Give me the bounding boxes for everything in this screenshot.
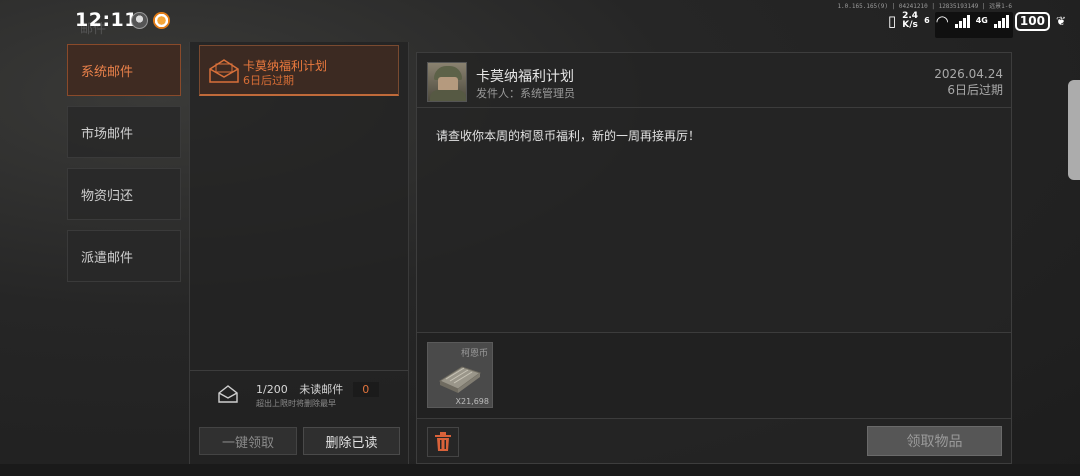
notification-app-icon (153, 12, 170, 29)
mail-body: 请查收你本周的柯恩币福利，新的一周再接再厉！ (436, 129, 701, 143)
sidebar-item-market-mail[interactable]: 市场邮件 (67, 106, 181, 158)
vibrate-icon: ▯ (887, 12, 897, 30)
claim-all-button[interactable]: 一键领取 (199, 427, 297, 455)
sidebar-item-label: 系统邮件 (81, 64, 134, 80)
mail-sender: 发件人：系统管理员 (476, 87, 575, 100)
coin-stack-icon (438, 366, 482, 393)
leaf-icon: ❦ (1055, 14, 1066, 28)
delete-read-button[interactable]: 删除已读 (303, 427, 400, 455)
claim-items-button[interactable]: 领取物品 (867, 426, 1002, 456)
sidebar-item-supply-return[interactable]: 物资归还 (67, 168, 181, 220)
trash-icon (435, 432, 451, 451)
mail-detail-header: 卡莫纳福利计划 发件人：系统管理员 2026.04.24 6日后过期 (417, 53, 1011, 108)
system-indicators: ▯ 2.4 K/s 6 ◠ 4G 100 ❦ (888, 10, 1066, 32)
unread-count-badge: 0 (352, 382, 379, 397)
mail-counter: 1/200 未读邮件 0 超出上限时将删除最早 (190, 370, 408, 416)
delete-mail-button[interactable] (427, 427, 459, 457)
mail-list-item[interactable]: 卡莫纳福利计划 6日后过期 (199, 45, 399, 96)
mailbox-icon (218, 385, 238, 403)
mail-expire: 6日后过期 (947, 83, 1003, 97)
version-info: 1.0.165.165(9) | 04241210 | 12835193149 … (837, 3, 1012, 10)
net-speed-unit: K/s (902, 20, 918, 30)
side-handle[interactable] (1068, 80, 1080, 180)
mail-date: 2026.04.24 (934, 67, 1003, 81)
sidebar-item-label: 物资归还 (81, 188, 134, 204)
attachment-name: 柯恩币 (460, 349, 488, 359)
unread-label: 未读邮件 (299, 383, 344, 396)
signal-icon-2 (993, 14, 1009, 28)
battery-indicator: 100 (1014, 11, 1050, 31)
attachments-area (417, 332, 1011, 418)
sidebar-item-label: 派遣邮件 (81, 250, 134, 266)
mail-detail-title: 卡莫纳福利计划 (476, 69, 574, 85)
attachment-item[interactable]: 柯恩币 X21,698 (427, 342, 493, 408)
clock: 12:11 (75, 9, 138, 31)
mail-count: 1/200 (256, 383, 288, 396)
bottom-bar (0, 464, 1080, 476)
signal-icon (954, 14, 970, 28)
sender-avatar (427, 62, 467, 102)
attachment-quantity: X21,698 (455, 397, 489, 406)
limit-note: 超出上限时将删除最早 (256, 399, 336, 408)
notification-avatar-icon (131, 12, 148, 29)
sidebar-item-dispatch-mail[interactable]: 派遣邮件 (67, 230, 181, 282)
network-type: 4G (975, 16, 988, 25)
wifi-icon: ◠ (935, 12, 949, 30)
wifi-number: 6 (924, 16, 930, 25)
envelope-open-icon (209, 59, 239, 83)
sidebar-item-label: 市场邮件 (81, 126, 134, 142)
mail-item-expiry: 6日后过期 (243, 74, 294, 87)
mail-count-row: 1/200 未读邮件 0 (256, 381, 379, 397)
sidebar-item-system-mail[interactable]: 系统邮件 (67, 44, 181, 96)
net-speed: 2.4 K/s (902, 12, 918, 30)
status-bar: 邮件 12:11 1.0.165.165(9) | 04241210 | 128… (0, 0, 1080, 42)
